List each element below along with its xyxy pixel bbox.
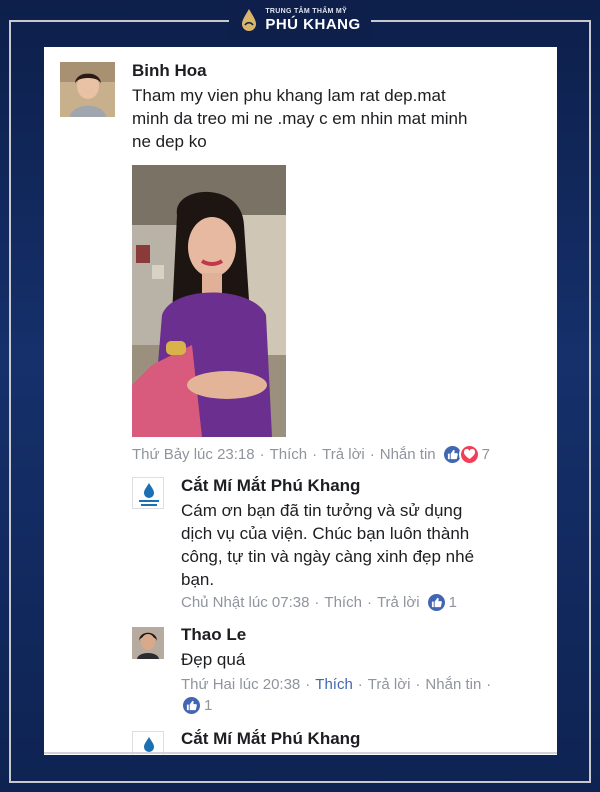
header-rule-left bbox=[9, 20, 239, 22]
avatar-binh-hoa[interactable] bbox=[60, 62, 115, 117]
comment-timestamp[interactable]: Thứ Hai lúc 20:38 bbox=[181, 676, 300, 693]
droplet-logo-icon bbox=[242, 9, 257, 31]
message-link[interactable]: Nhắn tin bbox=[425, 676, 481, 693]
like-link[interactable]: Thích bbox=[270, 446, 308, 463]
like-reaction-icon bbox=[425, 592, 447, 613]
reply-link[interactable]: Trả lời bbox=[322, 446, 365, 463]
comment-line: công, tự tin và ngày càng xinh đẹp nhé bbox=[181, 547, 475, 566]
comment-meta: Thứ Hai lúc 20:38 · Thích · Trả lời · Nh… bbox=[181, 676, 496, 693]
meta-separator: · bbox=[486, 676, 492, 693]
like-link[interactable]: Thích bbox=[324, 594, 362, 611]
brand-tagline: TRUNG TÂM THẨM MỸ bbox=[265, 8, 348, 15]
reaction-summary[interactable]: 7 bbox=[441, 444, 490, 465]
avatar-thao-le[interactable] bbox=[132, 627, 164, 659]
comment-line: Đẹp quá bbox=[181, 650, 246, 669]
comment-thread-card: Binh Hoa Tham my vien phu khang lam rat … bbox=[44, 47, 557, 755]
comment-line: dịch vụ của viện. Chúc bạn luôn thành bbox=[181, 524, 470, 543]
comment-timestamp[interactable]: Thứ Bảy lúc 23:18 bbox=[132, 446, 255, 463]
avatar-phu-khang-page[interactable] bbox=[132, 477, 164, 509]
reply-link[interactable]: Trả lời bbox=[377, 594, 420, 611]
comment-line: ne dep ko bbox=[132, 132, 207, 151]
comment-line: minh da treo mi ne .may c em nhin mat mi… bbox=[132, 109, 468, 128]
comment-line: Cám ơn bạn đã tin tưởng và sử dụng bbox=[181, 501, 463, 520]
reaction-summary[interactable]: 1 bbox=[425, 592, 457, 613]
comment-body: Đẹp quá bbox=[181, 648, 551, 671]
brand-name: PHÚ KHANG bbox=[265, 16, 361, 33]
comment-line: Tham my vien phu khang lam rat dep.mat bbox=[132, 86, 446, 105]
comment-author[interactable]: Binh Hoa bbox=[132, 61, 207, 81]
comment-line: bạn. bbox=[181, 570, 215, 589]
like-link[interactable]: Thích bbox=[315, 676, 353, 693]
comment-author[interactable]: Cắt Mí Mắt Phú Khang bbox=[181, 729, 360, 749]
avatar-photo bbox=[60, 62, 115, 117]
comment-body: Cám ơn bạn đã tin tưởng và sử dụng dịch … bbox=[181, 499, 551, 591]
meta-separator: · bbox=[314, 594, 320, 611]
reaction-count: 1 bbox=[448, 594, 457, 611]
comment-body: Tham my vien phu khang lam rat dep.mat m… bbox=[132, 84, 552, 153]
comment-meta: Chủ Nhật lúc 07:38 · Thích · Trả lời 1 bbox=[181, 592, 457, 613]
header-rule-right bbox=[361, 20, 591, 22]
meta-separator: · bbox=[259, 446, 265, 463]
comment-timestamp[interactable]: Chủ Nhật lúc 07:38 bbox=[181, 594, 309, 611]
meta-separator: · bbox=[369, 446, 375, 463]
like-reaction-icon bbox=[181, 695, 202, 716]
meta-separator: · bbox=[305, 676, 311, 693]
message-link[interactable]: Nhắn tin bbox=[380, 446, 436, 463]
comment-author[interactable]: Cắt Mí Mắt Phú Khang bbox=[181, 476, 360, 496]
reaction-summary[interactable]: 1 bbox=[181, 695, 212, 716]
comment-author[interactable]: Thao Le bbox=[181, 625, 246, 645]
comment-meta: Thứ Bảy lúc 23:18 · Thích · Trả lời · Nh… bbox=[132, 444, 490, 465]
selfie-photo bbox=[132, 165, 286, 437]
brand-logo-group: TRUNG TÂM THẨM MỸ PHÚ KHANG bbox=[229, 0, 371, 40]
comment-attached-photo[interactable] bbox=[132, 165, 286, 437]
reply-link[interactable]: Trả lời bbox=[368, 676, 411, 693]
brand-header: TRUNG TÂM THẨM MỸ PHÚ KHANG bbox=[0, 0, 600, 40]
love-reaction-icon bbox=[458, 444, 480, 465]
meta-separator: · bbox=[312, 446, 318, 463]
reaction-count: 1 bbox=[204, 697, 213, 714]
card-bottom-divider bbox=[44, 752, 557, 754]
meta-separator: · bbox=[366, 594, 372, 611]
meta-separator: · bbox=[415, 676, 421, 693]
reaction-row: 1 bbox=[181, 695, 212, 716]
page-logo-icon bbox=[133, 478, 163, 508]
meta-separator: · bbox=[357, 676, 363, 693]
avatar-photo bbox=[132, 627, 164, 659]
reaction-count: 7 bbox=[481, 446, 490, 463]
